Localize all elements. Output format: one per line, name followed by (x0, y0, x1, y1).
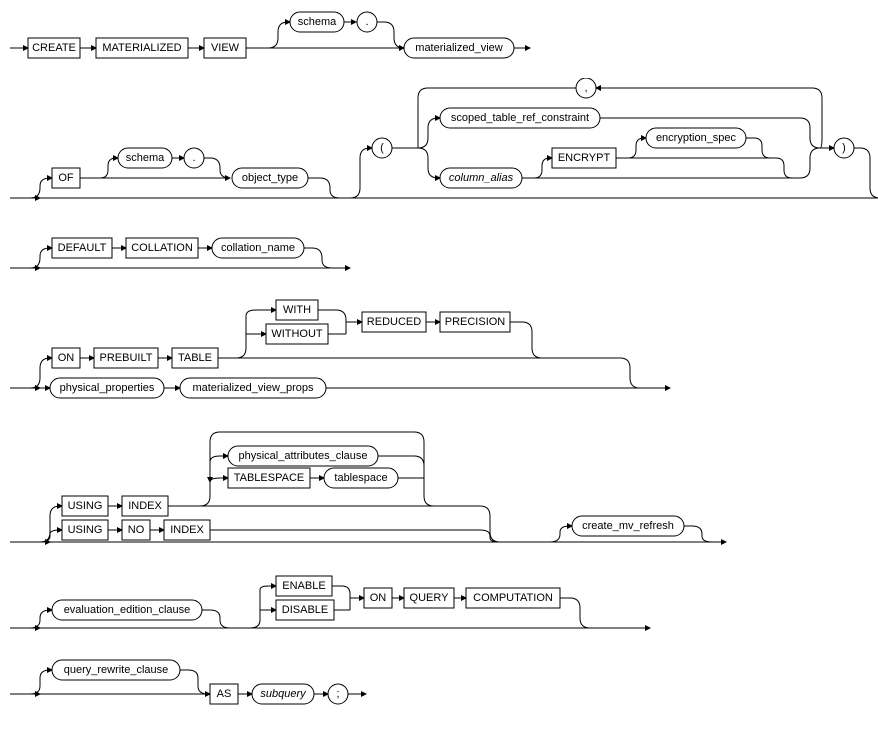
label-no: NO (128, 524, 145, 536)
label-prebuilt: PREBUILT (100, 352, 153, 364)
label-comma: , (584, 82, 587, 94)
label-without: WITHOUT (271, 328, 323, 340)
label-on-2: ON (370, 592, 387, 604)
label-precision: PRECISION (445, 316, 506, 328)
label-subquery: subquery (260, 688, 307, 700)
label-using-2: USING (68, 524, 103, 536)
label-of: OF (58, 172, 74, 184)
label-view: VIEW (211, 42, 240, 54)
label-tablespace-name: tablespace (334, 472, 387, 484)
row-create: CREATE MATERIALIZED VIEW schema . materi… (10, 10, 878, 60)
label-dot-2: . (192, 152, 195, 164)
label-encrypt: ENCRYPT (558, 152, 611, 164)
label-object-type: object_type (242, 172, 298, 184)
row-default-collation: DEFAULT COLLATION collation_name (10, 236, 878, 280)
label-query-rewrite: query_rewrite_clause (64, 664, 169, 676)
label-create-mv-refresh: create_mv_refresh (582, 520, 674, 532)
label-materialized: MATERIALIZED (102, 42, 181, 54)
label-eval-edition: evaluation_edition_clause (64, 604, 191, 616)
label-index-2: INDEX (170, 524, 204, 536)
label-index-1: INDEX (128, 500, 162, 512)
label-materialized-view: materialized_view (415, 42, 502, 54)
label-column-alias: column_alias (449, 172, 514, 184)
label-disable: DISABLE (282, 604, 328, 616)
label-on: ON (58, 352, 75, 364)
row-as-subquery: query_rewrite_clause AS subquery ; (10, 658, 878, 708)
label-computation: COMPUTATION (473, 592, 553, 604)
label-default: DEFAULT (58, 242, 107, 254)
label-with: WITH (283, 304, 311, 316)
label-reduced: REDUCED (367, 316, 421, 328)
label-collation-name: collation_name (221, 242, 295, 254)
row-using-index: USING INDEX physical_attributes_clause T… (10, 426, 878, 556)
label-enable: ENABLE (282, 580, 325, 592)
label-query: QUERY (410, 592, 450, 604)
label-schema-2: schema (126, 152, 165, 164)
label-semicolon: ; (336, 688, 339, 700)
label-collation: COLLATION (131, 242, 193, 254)
label-schema: schema (298, 16, 337, 28)
label-using-1: USING (68, 500, 103, 512)
label-dot: . (365, 16, 368, 28)
label-tablespace: TABLESPACE (234, 472, 305, 484)
label-table: TABLE (178, 352, 212, 364)
label-phys-attr: physical_attributes_clause (238, 450, 367, 462)
label-physical-properties: physical_properties (60, 382, 155, 394)
label-as: AS (217, 688, 232, 700)
label-create: CREATE (32, 42, 76, 54)
label-encryption-spec: encryption_spec (656, 132, 737, 144)
row-of-columns: OF schema . object_type ( scoped_table_r… (10, 78, 878, 218)
row-eval-enable: evaluation_edition_clause ENABLE DISABLE… (10, 574, 878, 640)
label-lparen: ( (380, 142, 384, 154)
label-rparen: ) (842, 142, 846, 154)
label-scoped-ref: scoped_table_ref_constraint (451, 112, 589, 124)
label-mv-props: materialized_view_props (192, 382, 314, 394)
row-prebuilt: ON PREBUILT TABLE WITHOUT WITH REDUCED P… (10, 298, 878, 408)
